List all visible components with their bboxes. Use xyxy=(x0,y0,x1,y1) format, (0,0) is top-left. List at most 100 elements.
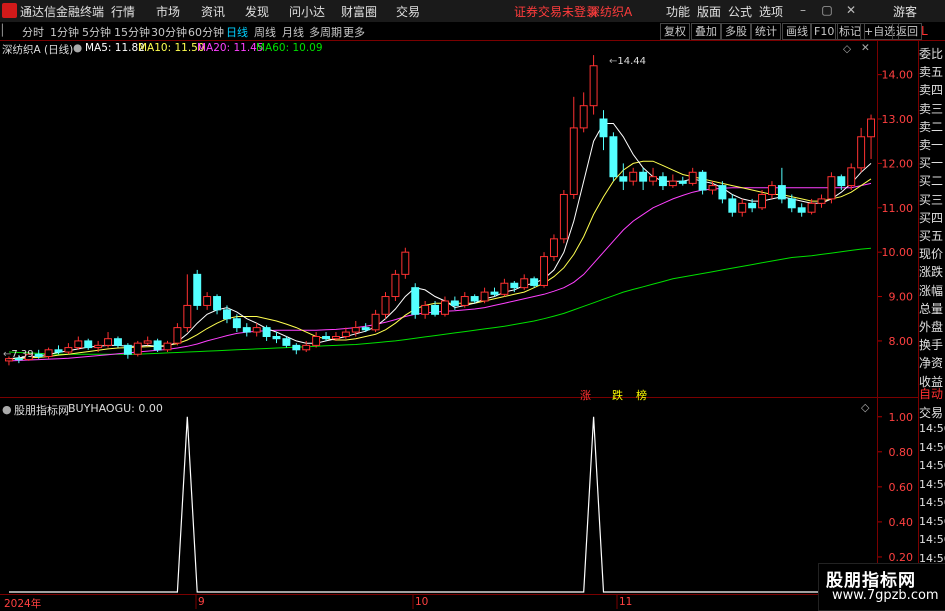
quote-field-8[interactable]: 买三 xyxy=(919,191,945,208)
quote-field-1[interactable]: 卖五 xyxy=(919,63,945,80)
candle-body[interactable] xyxy=(639,171,648,182)
period-3[interactable]: 15分钟 xyxy=(114,24,150,40)
candle-body[interactable] xyxy=(728,198,737,213)
candle-body[interactable] xyxy=(470,296,479,302)
candle-body[interactable] xyxy=(232,318,241,329)
quote-field-12[interactable]: 涨跌 xyxy=(919,263,945,280)
candle-body[interactable] xyxy=(629,171,638,182)
candle-body[interactable] xyxy=(153,340,162,351)
menu-trade[interactable]: 交易 xyxy=(396,3,420,20)
candle-body[interactable] xyxy=(361,327,370,331)
quote-field-13[interactable]: 涨幅 xyxy=(919,282,945,299)
trade-field-2[interactable]: 14:56 xyxy=(919,422,945,435)
candle-body[interactable] xyxy=(569,127,578,195)
quote-field-14[interactable]: 总量 xyxy=(919,300,945,317)
period-5[interactable]: 60分钟 xyxy=(188,24,224,40)
period-7[interactable]: 周线 xyxy=(254,24,276,40)
tool-button-1[interactable]: 叠加 xyxy=(691,23,721,40)
candle-body[interactable] xyxy=(193,273,202,306)
candle-body[interactable] xyxy=(292,344,301,351)
candle-body[interactable] xyxy=(391,273,400,298)
candle-body[interactable] xyxy=(252,327,261,333)
candle-body[interactable] xyxy=(867,118,876,138)
menu-wealth[interactable]: 财富圈 xyxy=(341,3,377,20)
candle-body[interactable] xyxy=(520,278,529,289)
kline-chart[interactable]: 8.009.0010.0011.0012.0013.0014.00 0.200.… xyxy=(0,41,945,609)
quote-field-4[interactable]: 卖二 xyxy=(919,118,945,135)
candle-body[interactable] xyxy=(807,202,816,213)
candle-body[interactable] xyxy=(609,136,618,178)
menu-layout[interactable]: 版面 xyxy=(697,3,721,20)
quote-field-5[interactable]: 卖一 xyxy=(919,136,945,153)
candle-body[interactable] xyxy=(619,176,628,182)
candle-body[interactable] xyxy=(540,256,549,286)
candle-body[interactable] xyxy=(341,331,350,337)
quote-field-9[interactable]: 买四 xyxy=(919,209,945,226)
menu-function[interactable]: 功能 xyxy=(666,3,690,20)
candle-body[interactable] xyxy=(381,296,390,315)
tool-button-0[interactable]: 复权 xyxy=(660,23,690,40)
candle-body[interactable] xyxy=(530,278,539,286)
quote-field-7[interactable]: 买二 xyxy=(919,172,945,189)
quote-field-11[interactable]: 现价 xyxy=(919,245,945,262)
menu-market[interactable]: 市场 xyxy=(156,3,180,20)
marker-down[interactable]: 跌 xyxy=(612,387,623,403)
candle-body[interactable] xyxy=(84,340,93,349)
trade-field-5[interactable]: 14:56 xyxy=(919,478,945,491)
period-4[interactable]: 30分钟 xyxy=(151,24,187,40)
candle-body[interactable] xyxy=(401,251,410,275)
candle-body[interactable] xyxy=(183,304,192,329)
candle-body[interactable] xyxy=(44,349,53,357)
quote-field-3[interactable]: 卖三 xyxy=(919,100,945,117)
menu-quotes[interactable]: 行情 xyxy=(111,3,135,20)
candle-body[interactable] xyxy=(421,304,430,315)
candle-body[interactable] xyxy=(649,176,658,182)
candle-body[interactable] xyxy=(718,185,727,200)
login-warning[interactable]: 证券交易未登录 xyxy=(514,3,598,20)
quote-field-15[interactable]: 外盘 xyxy=(919,318,945,335)
candle-body[interactable] xyxy=(312,335,321,346)
quote-field-6[interactable]: 买一 xyxy=(919,154,945,171)
menu-ask[interactable]: 问小达 xyxy=(289,3,325,20)
period-2[interactable]: 5分钟 xyxy=(82,24,111,40)
trade-field-6[interactable]: 14:56 xyxy=(919,496,945,509)
candle-body[interactable] xyxy=(262,327,271,337)
candle-body[interactable] xyxy=(123,344,132,355)
candle-body[interactable] xyxy=(213,296,222,311)
candle-body[interactable] xyxy=(480,291,489,302)
trade-field-7[interactable]: 14:56 xyxy=(919,515,945,528)
close-icon[interactable]: ✕ xyxy=(844,3,858,17)
candle-body[interactable] xyxy=(658,176,667,187)
trade-field-1[interactable]: 交易 xyxy=(919,404,945,421)
tool-button-8[interactable]: 返回 xyxy=(892,23,922,40)
quote-field-2[interactable]: 卖四 xyxy=(919,81,945,98)
tool-button-3[interactable]: 统计 xyxy=(751,23,781,40)
minimize-icon[interactable]: – xyxy=(796,3,810,17)
tool-button-4[interactable]: 画线 xyxy=(782,23,812,40)
level-tag[interactable]: L xyxy=(921,24,928,38)
period-6[interactable]: 日线 xyxy=(226,24,248,40)
period-1[interactable]: 1分钟 xyxy=(50,24,79,40)
candle-body[interactable] xyxy=(272,335,281,340)
candle-body[interactable] xyxy=(460,296,469,306)
candle-body[interactable] xyxy=(302,344,311,351)
candle-body[interactable] xyxy=(579,105,588,129)
candle-body[interactable] xyxy=(163,342,172,351)
trade-field-4[interactable]: 14:56 xyxy=(919,459,945,472)
candle-body[interactable] xyxy=(678,180,687,184)
candle-body[interactable] xyxy=(827,176,836,200)
candle-body[interactable] xyxy=(857,136,866,169)
candle-body[interactable] xyxy=(500,282,509,295)
candle-body[interactable] xyxy=(797,207,806,213)
candle-body[interactable] xyxy=(787,198,796,209)
period-0[interactable]: 分时 xyxy=(22,24,44,40)
trade-field-8[interactable]: 14:56 xyxy=(919,533,945,546)
period-10[interactable]: 更多 xyxy=(343,24,365,40)
candle-body[interactable] xyxy=(549,238,558,258)
trade-field-0[interactable]: 自动 xyxy=(919,385,945,402)
candle-body[interactable] xyxy=(510,282,519,289)
candle-body[interactable] xyxy=(203,296,212,306)
candle-body[interactable] xyxy=(371,313,380,331)
candle-body[interactable] xyxy=(847,167,856,187)
candle-body[interactable] xyxy=(64,347,73,353)
